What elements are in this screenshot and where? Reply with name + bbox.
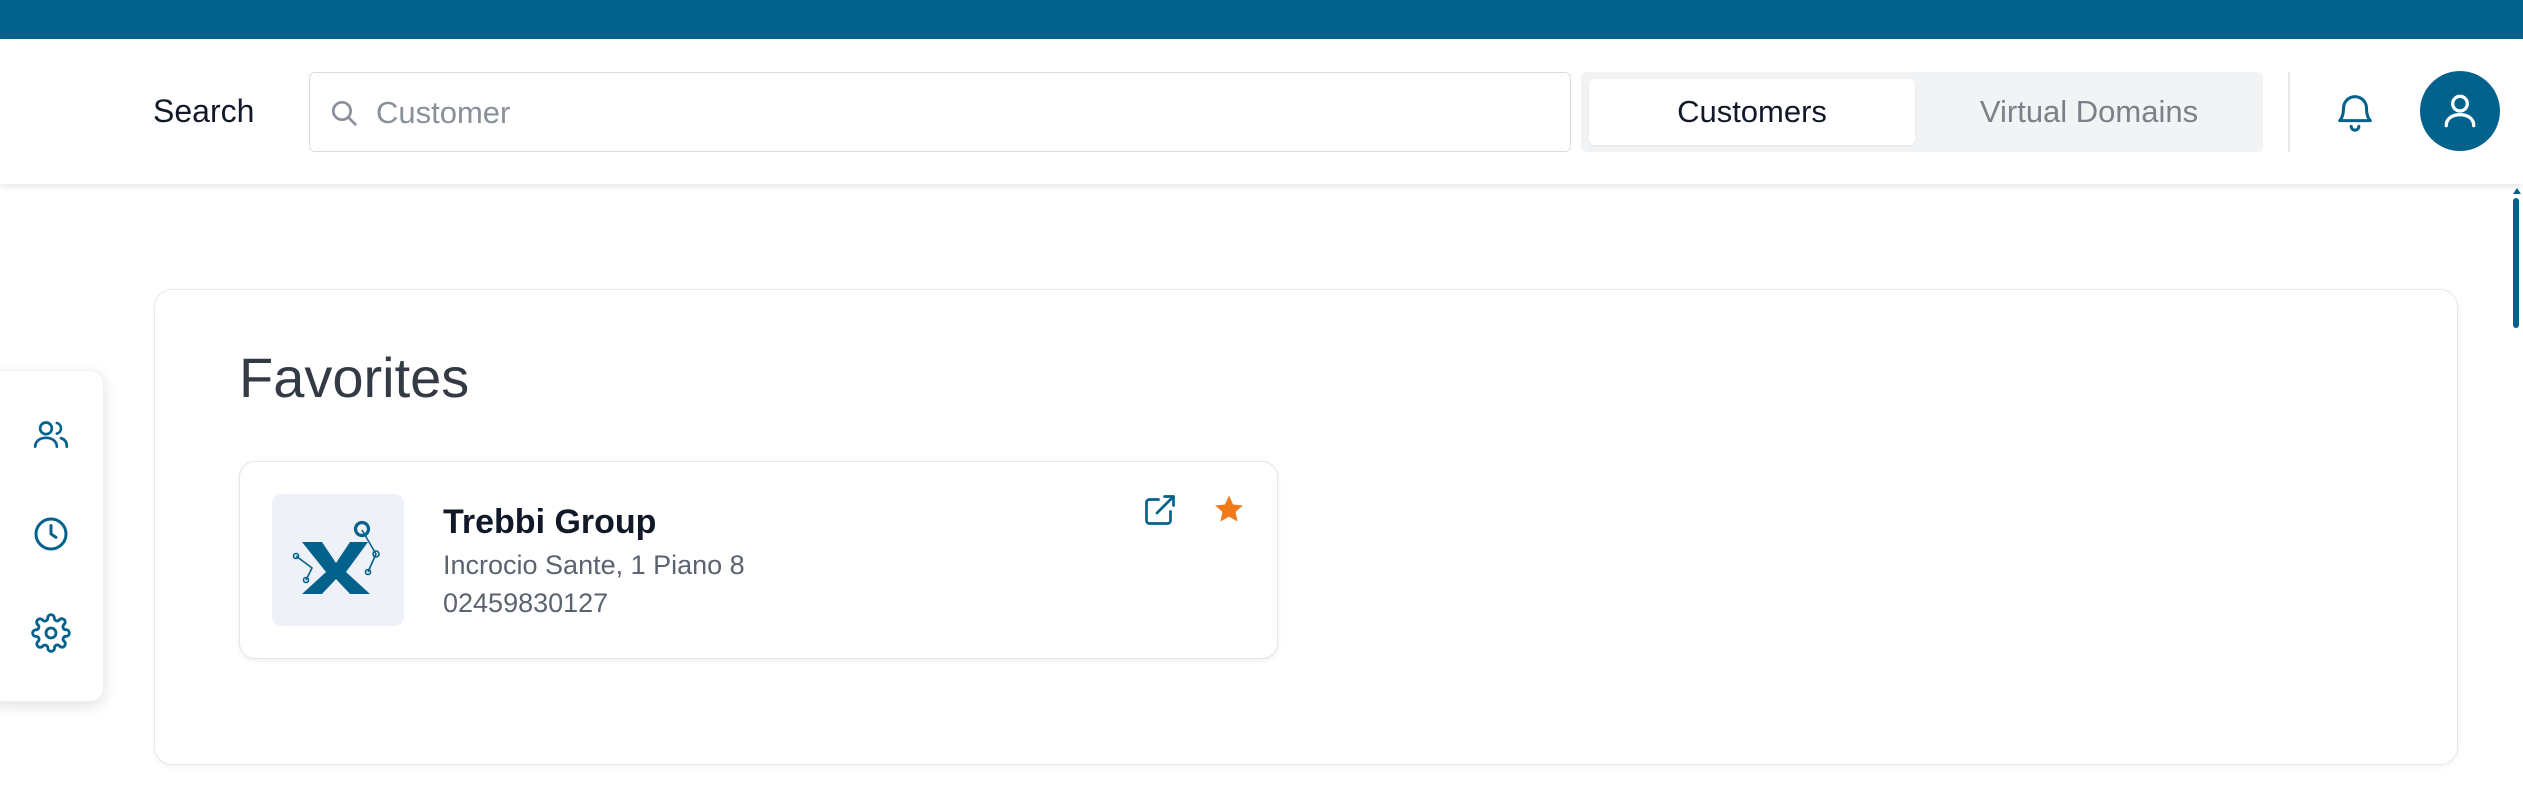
search-icon <box>332 101 357 126</box>
favorites-title: Favorites <box>239 346 470 409</box>
star-icon[interactable] <box>1212 492 1246 526</box>
customer-address: Incrocio Sante, 1 Piano 8 <box>443 550 745 580</box>
top-brand-bar <box>0 0 2523 39</box>
customer-name[interactable]: Trebbi Group <box>443 502 656 542</box>
user-icon <box>2444 94 2476 128</box>
scrollbar[interactable] <box>2510 184 2523 802</box>
search-box[interactable] <box>309 72 1571 152</box>
side-rail <box>0 370 104 702</box>
clock-icon[interactable] <box>31 514 71 554</box>
bell-icon[interactable] <box>2332 89 2378 135</box>
customer-phone: 02459830127 <box>443 588 609 618</box>
users-icon[interactable] <box>31 415 71 455</box>
scrollbar-thumb[interactable] <box>2513 198 2519 328</box>
search-label: Search <box>153 93 255 129</box>
search-input[interactable] <box>374 85 1548 141</box>
header: Search Customers Virtual Domains <box>0 39 2523 184</box>
view-toggle: Customers Virtual Domains <box>1581 72 2263 152</box>
customer-logo <box>272 494 404 626</box>
avatar[interactable] <box>2420 71 2500 151</box>
toggle-customers[interactable]: Customers <box>1589 79 1915 145</box>
favorites-panel: Favorites Trebbi Group Incrocio Sante, 1… <box>154 289 2458 765</box>
header-divider <box>2288 72 2290 152</box>
scroll-up-arrow[interactable] <box>2513 188 2521 194</box>
external-link-icon[interactable] <box>1142 492 1178 528</box>
gear-icon[interactable] <box>31 613 71 653</box>
customer-card[interactable]: Trebbi Group Incrocio Sante, 1 Piano 8 0… <box>239 461 1278 659</box>
toggle-virtual-domains[interactable]: Virtual Domains <box>1923 79 2255 145</box>
